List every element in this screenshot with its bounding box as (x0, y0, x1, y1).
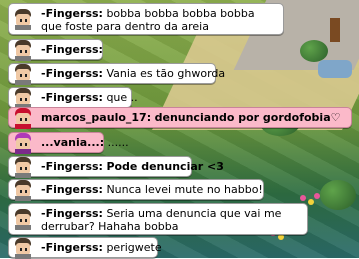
avatar (12, 107, 34, 129)
chat-username: -Fingerss: (41, 183, 103, 196)
chat-text: ...... (107, 136, 129, 149)
avatar (12, 8, 34, 30)
chat-username: -Fingerss: (41, 67, 103, 80)
chat-bubble[interactable]: marcos_paulo_17: denunciando por gordofo… (8, 107, 352, 129)
chat-username: ...vania...: (41, 136, 105, 149)
chat-text: Pode denunciar <3 (106, 160, 224, 173)
chat-text: Vania es tão ghworda (106, 67, 226, 80)
chat-username: -Fingerss: (41, 207, 103, 220)
chat-username: -Fingerss: (41, 7, 103, 20)
chat-bubble[interactable]: -Fingerss: Nunca levei mute no habbo! (8, 179, 264, 201)
chat-bubble[interactable]: -Fingerss: Pode denunciar <3 (8, 156, 224, 178)
chat-bubble[interactable]: -Fingerss: Seria uma denuncia que vai me… (8, 203, 308, 235)
avatar (12, 179, 34, 201)
chat-text: denunciando por gordofobia♡ (154, 111, 341, 124)
chat-username: -Fingerss: (41, 160, 103, 173)
avatar (12, 156, 34, 178)
chat-username: -Fingerss: (41, 241, 103, 254)
chat-bubble[interactable]: ...vania...: ...... (8, 132, 129, 154)
chat-bubble[interactable]: -Fingerss: que .. (8, 87, 138, 109)
avatar (12, 132, 34, 154)
chat-bubble[interactable]: -Fingerss: perigwete (8, 237, 162, 259)
chat-log: -Fingerss: bobba bobba bobba bobba que f… (0, 0, 359, 259)
avatar (12, 63, 34, 85)
chat-text: Nunca levei mute no habbo! (106, 183, 263, 196)
chat-text: que .. (106, 91, 138, 104)
avatar (12, 208, 34, 230)
avatar (12, 39, 34, 61)
avatar (12, 87, 34, 109)
chat-bubble[interactable]: -Fingerss: bobba bobba bobba bobba que f… (8, 3, 284, 35)
chat-text: perigwete (106, 241, 162, 254)
chat-username: marcos_paulo_17: (41, 111, 152, 124)
chat-username: -Fingerss: (41, 43, 103, 56)
avatar (12, 237, 34, 259)
chat-bubble[interactable]: -Fingerss: (8, 39, 103, 61)
chat-username: -Fingerss: (41, 91, 103, 104)
chat-bubble[interactable]: -Fingerss: Vania es tão ghworda (8, 63, 225, 85)
